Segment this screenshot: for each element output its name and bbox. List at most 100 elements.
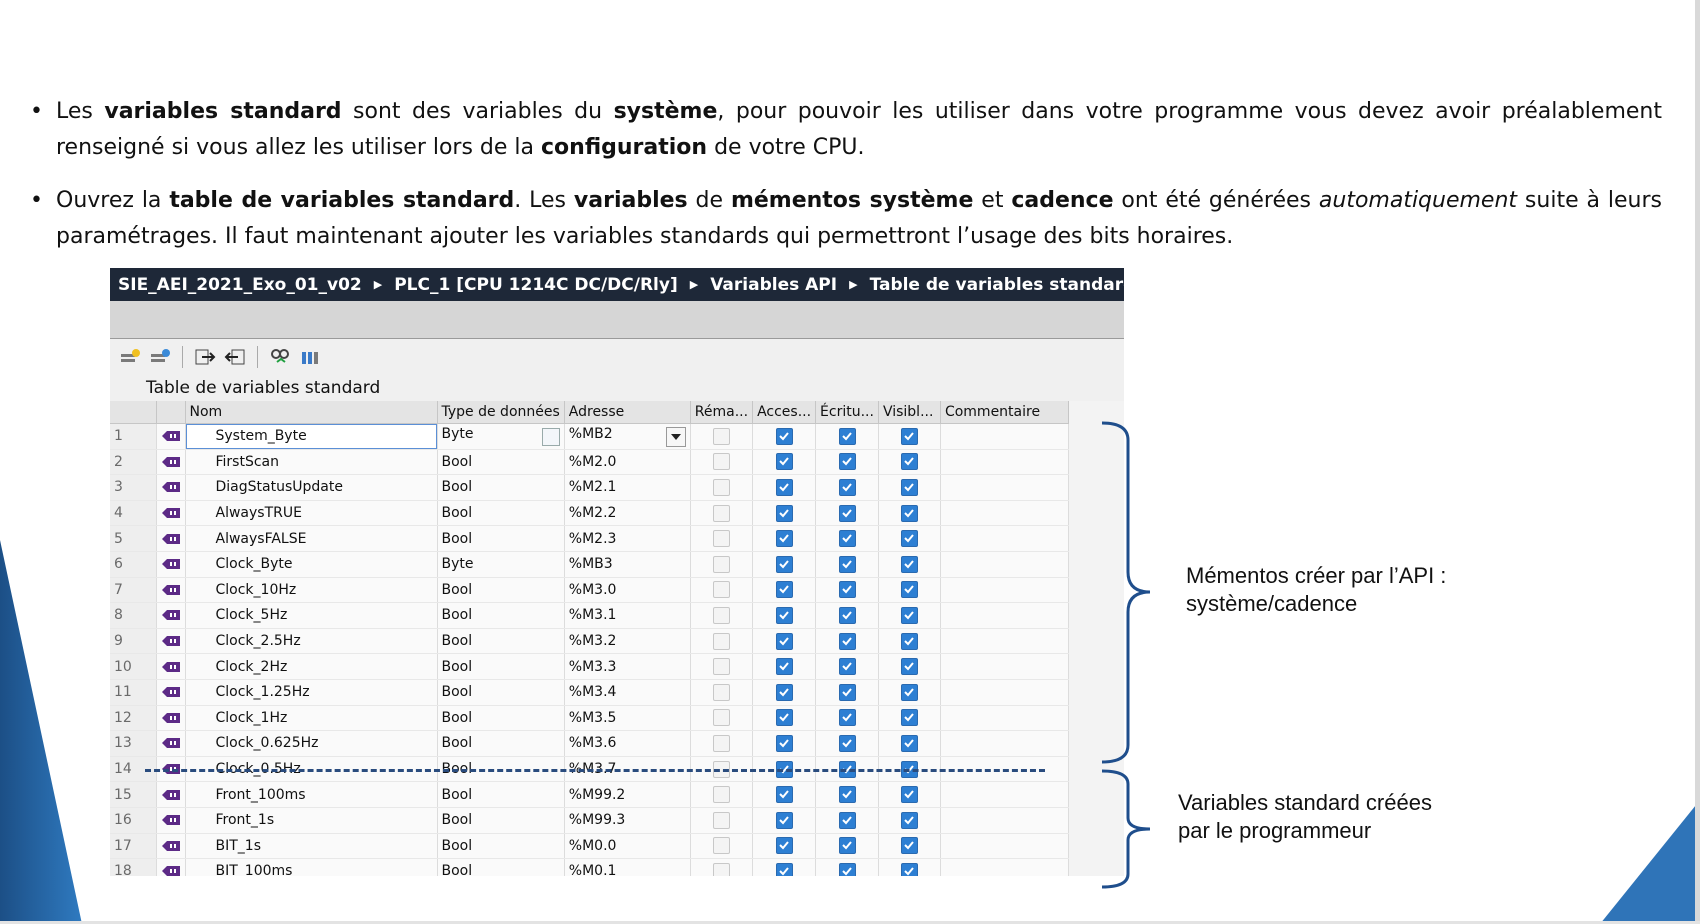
breadcrumb-table[interactable]: Table de variables standard [47] — [870, 275, 1124, 295]
table-row[interactable]: 6 Clock_Byte Byte %MB3 — [110, 551, 1069, 578]
col-write[interactable]: Écritu... — [815, 401, 879, 424]
write-checkbox[interactable] — [838, 862, 856, 876]
cell-write[interactable] — [815, 423, 879, 450]
cell-comment[interactable] — [940, 551, 1069, 578]
visible-checkbox[interactable] — [900, 606, 918, 624]
cell-address[interactable]: %M3.3 — [564, 653, 691, 680]
cell-comment[interactable] — [940, 730, 1069, 757]
table-row[interactable]: 2 FirstScan Bool %M2.0 — [110, 449, 1069, 476]
retain-checkbox[interactable] — [712, 658, 730, 676]
visible-checkbox[interactable] — [900, 837, 918, 855]
cell-access[interactable] — [752, 807, 817, 834]
cell-retain[interactable] — [690, 781, 754, 808]
visible-checkbox[interactable] — [900, 530, 918, 548]
cell-write[interactable] — [815, 551, 879, 578]
write-checkbox[interactable] — [838, 606, 856, 624]
cell-access[interactable] — [752, 833, 817, 860]
breadcrumb-project[interactable]: SIE_AEI_2021_Exo_01_v02 — [118, 275, 362, 295]
cell-retain[interactable] — [690, 577, 754, 604]
cell-name[interactable]: Clock_2Hz — [185, 653, 438, 680]
retain-checkbox[interactable] — [712, 427, 730, 445]
write-checkbox[interactable] — [838, 555, 856, 573]
cell-access[interactable] — [752, 730, 817, 757]
cell-address[interactable]: %M2.3 — [564, 525, 691, 552]
cell-comment[interactable] — [940, 628, 1069, 655]
cell-access[interactable] — [752, 628, 817, 655]
cell-name[interactable]: BIT_1s — [185, 833, 438, 860]
cell-access[interactable] — [752, 449, 817, 476]
retain-checkbox[interactable] — [712, 862, 730, 876]
access-checkbox[interactable] — [775, 683, 793, 701]
table-row[interactable]: 12 Clock_1Hz Bool %M3.5 — [110, 705, 1069, 732]
visible-checkbox[interactable] — [900, 504, 918, 522]
table-row[interactable]: 18 BIT_100ms Bool %M0.1 — [110, 858, 1069, 876]
write-checkbox[interactable] — [838, 786, 856, 804]
cell-retain[interactable] — [690, 628, 754, 655]
cell-type[interactable]: Bool — [437, 525, 565, 552]
cell-name[interactable]: Clock_0.625Hz — [185, 730, 438, 757]
cell-address[interactable]: %M2.0 — [564, 449, 691, 476]
access-checkbox[interactable] — [775, 811, 793, 829]
write-checkbox[interactable] — [838, 658, 856, 676]
cell-type[interactable]: Bool — [437, 577, 565, 604]
cell-name[interactable]: Clock_2.5Hz — [185, 628, 438, 655]
cell-write[interactable] — [815, 653, 879, 680]
cell-address[interactable]: %MB3 — [564, 551, 691, 578]
visible-checkbox[interactable] — [900, 427, 918, 445]
cell-visible[interactable] — [878, 423, 941, 450]
retain-checkbox[interactable] — [712, 811, 730, 829]
cell-retain[interactable] — [690, 602, 754, 629]
cell-comment[interactable] — [940, 602, 1069, 629]
table-row[interactable]: 16 Front_1s Bool %M99.3 — [110, 807, 1069, 834]
write-checkbox[interactable] — [838, 837, 856, 855]
table-row[interactable]: 13 Clock_0.625Hz Bool %M3.6 — [110, 730, 1069, 757]
cell-retain[interactable] — [690, 423, 754, 450]
cell-name[interactable]: Clock_1Hz — [185, 705, 438, 732]
table-row[interactable]: 11 Clock_1.25Hz Bool %M3.4 — [110, 679, 1069, 706]
table-row[interactable]: 10 Clock_2Hz Bool %M3.3 — [110, 653, 1069, 680]
cell-name[interactable]: Clock_10Hz — [185, 577, 438, 604]
visible-checkbox[interactable] — [900, 453, 918, 471]
cell-write[interactable] — [815, 628, 879, 655]
cell-visible[interactable] — [878, 807, 941, 834]
table-row[interactable]: 8 Clock_5Hz Bool %M3.1 — [110, 602, 1069, 629]
cell-type[interactable]: Bool — [437, 679, 565, 706]
access-checkbox[interactable] — [775, 786, 793, 804]
cell-visible[interactable] — [878, 781, 941, 808]
cell-access[interactable] — [752, 781, 817, 808]
cell-type[interactable]: Bool — [437, 705, 565, 732]
write-checkbox[interactable] — [838, 811, 856, 829]
visible-checkbox[interactable] — [900, 555, 918, 573]
cell-write[interactable] — [815, 602, 879, 629]
cell-access[interactable] — [752, 577, 817, 604]
breadcrumb-variables[interactable]: Variables API — [710, 275, 837, 295]
access-checkbox[interactable] — [775, 504, 793, 522]
cell-retain[interactable] — [690, 500, 754, 527]
retain-checkbox[interactable] — [712, 837, 730, 855]
retain-checkbox[interactable] — [712, 606, 730, 624]
insert-row-icon[interactable] — [148, 346, 172, 368]
cell-type[interactable]: Bool — [437, 653, 565, 680]
access-checkbox[interactable] — [775, 555, 793, 573]
cell-access[interactable] — [752, 525, 817, 552]
cell-type[interactable]: Bool — [437, 781, 565, 808]
cell-write[interactable] — [815, 577, 879, 604]
access-checkbox[interactable] — [775, 837, 793, 855]
retain-checkbox[interactable] — [712, 555, 730, 573]
cell-visible[interactable] — [878, 500, 941, 527]
cell-address[interactable]: %M3.2 — [564, 628, 691, 655]
cell-comment[interactable] — [940, 833, 1069, 860]
cell-type[interactable]: Bool — [437, 449, 565, 476]
cell-retain[interactable] — [690, 679, 754, 706]
cell-comment[interactable] — [940, 679, 1069, 706]
cell-retain[interactable] — [690, 551, 754, 578]
cell-name[interactable]: Clock_Byte — [185, 551, 438, 578]
write-checkbox[interactable] — [838, 709, 856, 727]
access-checkbox[interactable] — [775, 530, 793, 548]
cell-write[interactable] — [815, 807, 879, 834]
retain-checkbox[interactable] — [712, 530, 730, 548]
retain-checkbox[interactable] — [712, 786, 730, 804]
cell-retain[interactable] — [690, 449, 754, 476]
cell-visible[interactable] — [878, 551, 941, 578]
cell-visible[interactable] — [878, 679, 941, 706]
